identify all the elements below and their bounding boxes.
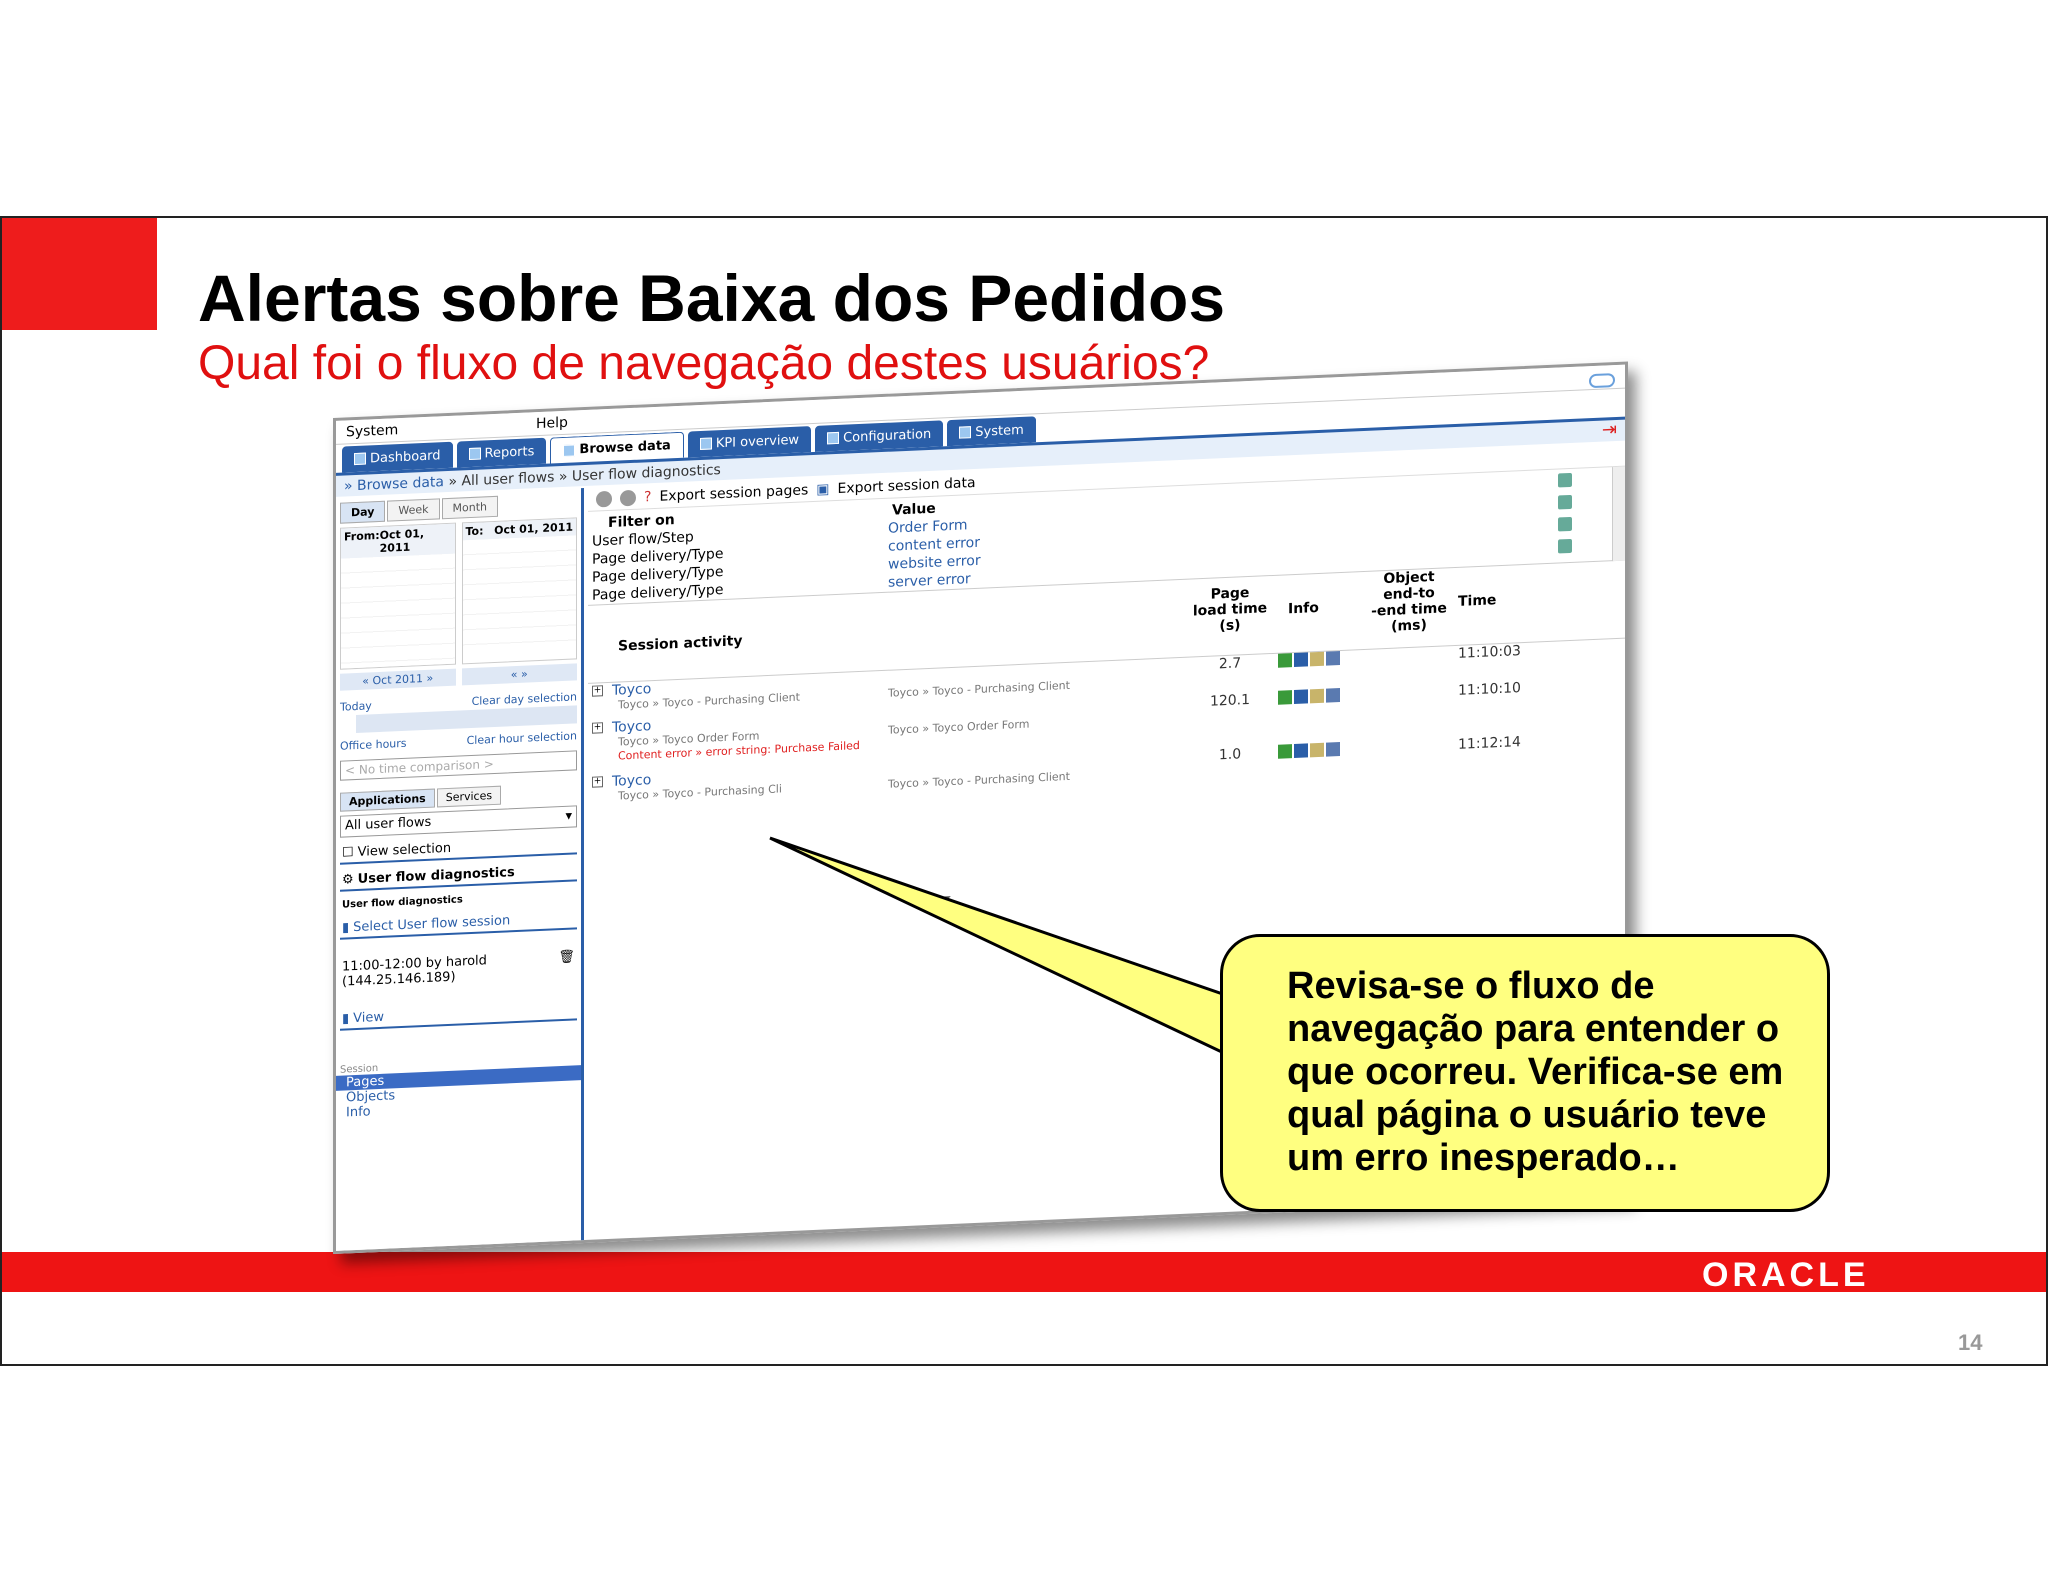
from-calendar[interactable]: From: Oct 01, 2011 <box>340 522 456 670</box>
flow-icon[interactable] <box>1278 653 1292 668</box>
session-entry[interactable]: 11:00-12:00 by harold (144.25.146.189) 🗑 <box>342 949 575 989</box>
step-two-icon: ▮ <box>342 1011 350 1027</box>
trash-icon[interactable] <box>1558 494 1572 510</box>
page-icon[interactable] <box>1310 651 1324 667</box>
back-icon[interactable] <box>596 490 612 508</box>
row-info-icons <box>1278 742 1340 759</box>
user-flow-diagnostics-header[interactable]: ⚙ User flow diagnostics <box>340 860 577 892</box>
month-nav-disabled: « » <box>461 663 577 686</box>
page-icon: ☐ <box>342 845 354 861</box>
clear-hour-link[interactable]: Clear hour selection <box>467 729 577 747</box>
browse-icon <box>563 443 576 457</box>
filter-scrollbar[interactable] <box>1612 466 1628 562</box>
crumb-browse-data[interactable]: » Browse data <box>344 474 444 494</box>
filter-icon[interactable] <box>1294 689 1308 705</box>
step-one-icon: ▮ <box>342 920 350 936</box>
row-path-right: Toyco » Toyco - Purchasing Client <box>888 678 1070 700</box>
row-title[interactable]: Toyco <box>612 718 651 736</box>
monitor-icon <box>959 426 972 439</box>
row-time: 11:10:10 <box>1458 680 1521 699</box>
page-title: Alertas sobre Baixa dos Pedidos <box>198 261 1226 335</box>
callout-box: Revisa-se o fluxo de navegação para ente… <box>1220 934 1830 1212</box>
expand-icon[interactable]: + <box>592 776 603 788</box>
menu-help[interactable]: Help <box>536 415 568 432</box>
flow-icon[interactable] <box>1278 690 1292 705</box>
crumb-user-flow-diagnostics: » User flow diagnostics <box>558 462 721 486</box>
expand-icon[interactable]: + <box>592 722 603 734</box>
month-nav[interactable]: « Oct 2011 » <box>340 668 456 691</box>
camera-icon[interactable] <box>1326 742 1340 757</box>
row-title[interactable]: Toyco <box>612 772 651 790</box>
office-hours-link[interactable]: Office hours <box>340 737 407 753</box>
page-subtitle: Qual foi o fluxo de navegação destes usu… <box>198 337 1210 390</box>
help-icon[interactable]: ? <box>644 489 651 505</box>
save-icon: ▣ <box>816 480 830 498</box>
session-options: Pages Objects Info <box>336 1065 581 1121</box>
page-icon[interactable] <box>1310 688 1324 704</box>
export-pages-button[interactable]: Export session pages <box>659 482 808 504</box>
trash-icon[interactable] <box>1558 472 1572 488</box>
row-title[interactable]: Toyco <box>612 681 651 699</box>
exit-icon[interactable]: ⇥ <box>1602 419 1617 441</box>
view-selection[interactable]: ☐ View selection <box>340 833 577 865</box>
tab-month[interactable]: Month <box>441 495 499 520</box>
expand-icon[interactable]: + <box>592 685 603 697</box>
tab-applications[interactable]: Applications <box>340 788 435 812</box>
camera-icon[interactable] <box>1326 651 1340 666</box>
flow-icon[interactable] <box>1278 744 1292 759</box>
mouse-cursor-icon: ⬉ <box>940 889 959 916</box>
tab-reports[interactable]: Reports <box>456 437 547 468</box>
calendars: From: Oct 01, 2011 To: Oct 01, 2011 <box>336 517 581 670</box>
object-time-header[interactable]: Object end-to -end time (ms) <box>1366 568 1452 636</box>
info-header[interactable]: Info <box>1288 600 1319 617</box>
export-data-button[interactable]: Export session data <box>837 474 975 496</box>
oracle-logo: ORACLE <box>1702 1256 1870 1294</box>
page-icon[interactable] <box>1310 742 1324 758</box>
filter-icon[interactable] <box>1294 743 1308 759</box>
chevron-down-icon: ▾ <box>565 808 572 824</box>
diagnostics-icon: ⚙ <box>342 872 354 888</box>
tab-system[interactable]: System <box>947 416 1036 447</box>
gauge-icon <box>699 437 712 450</box>
tab-day[interactable]: Day <box>340 500 386 524</box>
tab-week[interactable]: Week <box>387 498 440 522</box>
select-session-step[interactable]: ▮ Select User flow session <box>340 908 577 940</box>
left-panel: Day Week Month From: Oct 01, 2011 To: Oct … <box>336 488 584 1254</box>
crumb-all-user-flows[interactable]: » All user flows <box>448 469 554 490</box>
row-info-icons <box>1278 688 1340 705</box>
row-time: 11:10:03 <box>1458 643 1521 662</box>
session-activity-header[interactable]: Session activity <box>618 633 742 654</box>
camera-icon[interactable] <box>1326 688 1340 703</box>
row-path-right: Toyco » Toyco - Purchasing Client <box>888 769 1070 791</box>
page-load-header[interactable]: Page load time (s) <box>1188 584 1272 636</box>
tab-services[interactable]: Services <box>436 785 502 808</box>
view-step[interactable]: ▮ View <box>340 999 577 1031</box>
user-flows-select[interactable]: All user flows ▾ <box>340 805 577 838</box>
row-path-right: Toyco » Toyco Order Form <box>888 717 1030 737</box>
row-info-icons <box>1278 651 1340 668</box>
value-header: Value <box>892 500 936 519</box>
page-number: 14 <box>1958 1330 1983 1355</box>
red-corner-block <box>2 218 157 330</box>
today-link[interactable]: Today <box>340 699 372 713</box>
window-icon <box>1589 373 1615 389</box>
row-load-time: 1.0 <box>1218 746 1242 764</box>
time-comparison-select[interactable]: < No time comparison > <box>340 750 577 781</box>
filter-icon[interactable] <box>1294 652 1308 668</box>
filter-on-header: Filter on <box>608 512 675 531</box>
trash-icon[interactable] <box>1558 516 1572 532</box>
row-load-time: 120.1 <box>1209 691 1251 710</box>
menu-system[interactable]: System <box>346 422 398 440</box>
time-header[interactable]: Time <box>1458 592 1496 610</box>
row-load-time: 2.7 <box>1218 655 1242 673</box>
trash-icon[interactable]: 🗑 <box>558 949 575 980</box>
gear-icon <box>827 431 840 445</box>
trash-icon[interactable] <box>1558 538 1572 554</box>
to-calendar[interactable]: To: Oct 01, 2011 <box>461 517 577 665</box>
reports-icon <box>468 447 481 461</box>
forward-icon[interactable] <box>620 489 636 506</box>
row-time: 11:12:14 <box>1458 734 1521 753</box>
dashboard-icon <box>354 452 366 466</box>
